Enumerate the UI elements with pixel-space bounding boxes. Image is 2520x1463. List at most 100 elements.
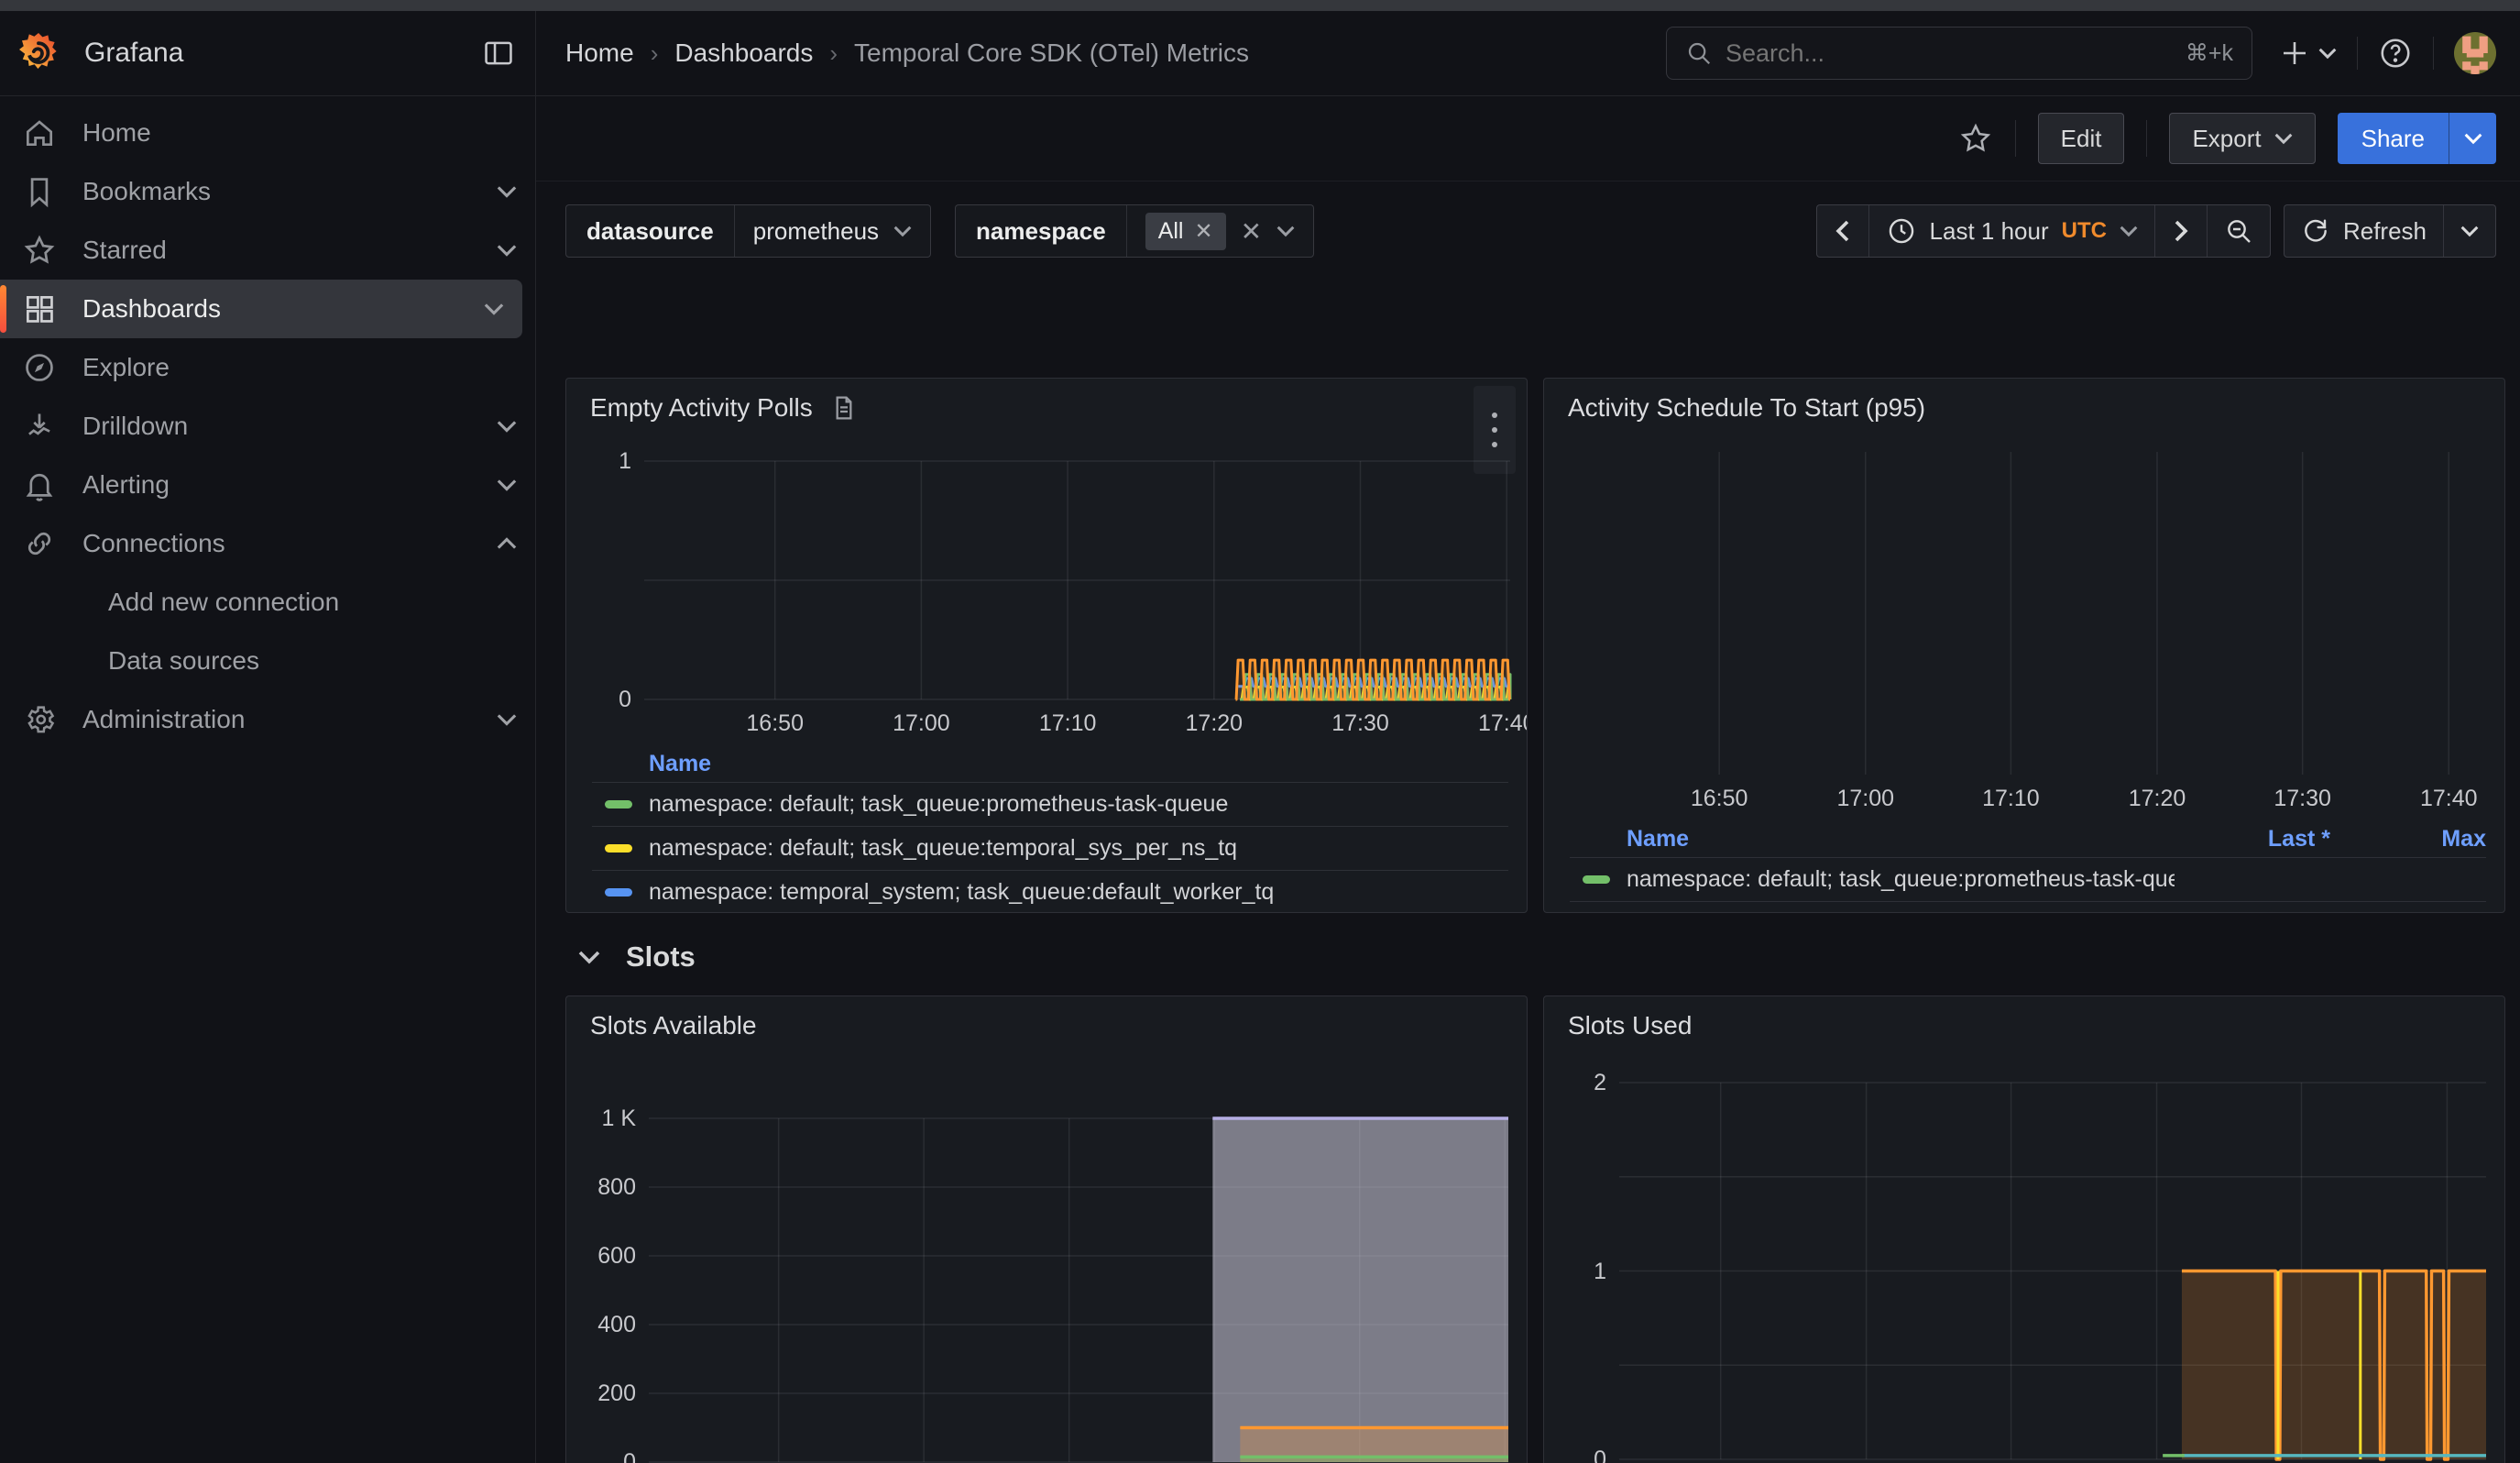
section-title: Slots	[626, 940, 696, 974]
time-shift-back-button[interactable]	[1817, 205, 1869, 257]
panel-title[interactable]: Empty Activity Polls	[590, 393, 859, 423]
legend-row[interactable]: namespace: temporal_system; task_queue:d…	[592, 870, 1508, 913]
time-range-picker[interactable]: Last 1 hour UTC	[1869, 205, 2155, 257]
sidebar-toggle-icon[interactable]	[480, 35, 517, 72]
legend-header-last[interactable]: Last *	[2175, 826, 2330, 852]
namespace-picker[interactable]: All ✕ ✕	[1127, 205, 1313, 257]
legend-header-name[interactable]: Name	[649, 751, 1508, 777]
y-axis-tick: 200	[565, 1380, 636, 1407]
help-button[interactable]	[2378, 36, 2413, 71]
x-axis-tick: 17:40	[2420, 786, 2478, 812]
sidebar-item-starred[interactable]: Starred	[0, 221, 535, 280]
x-axis-tick: 17:10	[1982, 786, 2040, 812]
sidebar-item-bookmarks[interactable]: Bookmarks	[0, 162, 535, 221]
template-variables: datasource prometheus namespace All ✕ ✕	[565, 204, 1816, 258]
header-main: Home › Dashboards › Temporal Core SDK (O…	[536, 11, 2520, 95]
search-input[interactable]	[1726, 39, 2186, 68]
share-button[interactable]: Share	[2338, 113, 2449, 164]
bookmark-icon	[22, 174, 57, 209]
x-axis-tick: 17:00	[1836, 786, 1894, 812]
bell-icon	[22, 468, 57, 502]
x-axis-tick: 17:30	[1331, 710, 1389, 737]
breadcrumb-separator: ›	[651, 39, 659, 68]
breadcrumb-home[interactable]: Home	[565, 38, 634, 68]
dashboards-grid-icon	[22, 292, 57, 326]
empty-activity-polls-chart[interactable]: 0116:5017:0017:1017:2017:3017:40	[644, 461, 1510, 699]
sidebar-item-alerting[interactable]: Alerting	[0, 456, 535, 514]
panel-title[interactable]: Activity Schedule To Start (p95)	[1568, 393, 1925, 423]
panel-description-icon[interactable]	[829, 393, 859, 423]
header-actions	[2278, 32, 2496, 74]
avatar[interactable]	[2454, 32, 2496, 74]
share-split-button: Share	[2338, 113, 2496, 164]
home-icon	[22, 116, 57, 150]
legend-header: Name Last * Max	[1570, 820, 2486, 857]
export-button[interactable]: Export	[2169, 113, 2315, 164]
panel-slots-used: Slots Used 01216:5017:0017:1017:2017:301…	[1543, 996, 2505, 1463]
panel-title[interactable]: Slots Used	[1568, 1011, 1692, 1040]
chevron-left-icon	[1834, 220, 1852, 242]
gear-icon	[22, 702, 57, 737]
sidebar-item-explore[interactable]: Explore	[0, 338, 535, 397]
sidebar-item-administration[interactable]: Administration	[0, 690, 535, 749]
new-button[interactable]	[2278, 37, 2337, 70]
sidebar-item-add-new-connection[interactable]: Add new connection	[0, 573, 535, 632]
timezone-label: UTC	[2062, 218, 2107, 244]
sidebar-item-home[interactable]: Home	[0, 104, 535, 162]
clear-selection-icon[interactable]: ✕	[1241, 216, 1262, 247]
namespace-label: namespace	[956, 205, 1127, 257]
chip-remove-icon[interactable]: ✕	[1195, 218, 1213, 245]
y-axis-tick: 400	[565, 1311, 636, 1338]
legend-header-max[interactable]: Max	[2330, 826, 2486, 852]
series-color-pill	[605, 844, 632, 852]
sidebar: Home Bookmarks Starred Dashboards Explor…	[0, 96, 536, 1463]
legend-row[interactable]: namespace: default; task_queue:prometheu…	[592, 782, 1508, 826]
search-bar[interactable]: ⌘+k	[1666, 27, 2252, 80]
slots-used-chart[interactable]: 01216:5017:0017:1017:2017:3017:40	[1619, 1083, 2486, 1459]
datasource-variable: datasource prometheus	[565, 204, 931, 258]
panel-title[interactable]: Slots Available	[590, 1011, 757, 1040]
datasource-label: datasource	[566, 205, 735, 257]
y-axis-tick: 1	[565, 447, 631, 475]
chevron-down-icon	[893, 222, 912, 240]
x-axis-tick: 17:10	[1039, 710, 1097, 737]
refresh-icon	[2301, 216, 2330, 246]
datasource-picker[interactable]: prometheus	[735, 205, 930, 257]
header-divider	[2357, 37, 2358, 70]
refresh-button[interactable]: Refresh	[2284, 205, 2444, 257]
namespace-chip[interactable]: All ✕	[1145, 213, 1226, 250]
chevron-down-icon	[484, 299, 504, 319]
sidebar-item-drilldown[interactable]: Drilldown	[0, 397, 535, 456]
drilldown-icon	[22, 409, 57, 444]
y-axis-tick: 2	[1543, 1069, 1606, 1096]
zoom-out-button[interactable]	[2208, 205, 2270, 257]
series-color-pill	[1583, 875, 1610, 884]
legend-row[interactable]: namespace: default; task_queue:temporal_…	[592, 826, 1508, 870]
dashboard-content: Edit Export Share datasource prometheus	[536, 96, 2520, 1463]
share-menu-button[interactable]	[2449, 113, 2496, 164]
slots-section-toggle[interactable]: Slots	[578, 940, 696, 974]
namespace-variable: namespace All ✕ ✕	[955, 204, 1314, 258]
sidebar-item-dashboards[interactable]: Dashboards	[0, 280, 522, 338]
favorite-button[interactable]	[1958, 121, 1993, 156]
sidebar-item-connections[interactable]: Connections	[0, 514, 535, 573]
compass-icon	[22, 350, 57, 385]
x-axis-tick: 16:50	[1691, 786, 1748, 812]
time-shift-forward-button[interactable]	[2155, 205, 2208, 257]
slots-available-chart[interactable]: 02004006008001 K16:5017:0017:1017:2017:3…	[649, 1118, 1508, 1462]
refresh-group: Refresh	[2284, 204, 2496, 258]
sidebar-item-data-sources[interactable]: Data sources	[0, 632, 535, 690]
chevron-down-icon	[2460, 222, 2479, 240]
refresh-interval-button[interactable]	[2444, 205, 2495, 257]
activity-schedule-chart[interactable]: 16:5017:0017:1017:2017:3017:40	[1617, 452, 2488, 775]
legend-header: Name	[592, 745, 1508, 782]
chevron-right-icon	[2172, 220, 2190, 242]
app-header: Grafana Home › Dashboards › Temporal Cor…	[0, 11, 2520, 96]
dashboard-controls: datasource prometheus namespace All ✕ ✕	[536, 182, 2520, 280]
legend-row[interactable]: namespace: default; task_queue:prometheu…	[1570, 857, 2486, 901]
edit-button[interactable]: Edit	[2038, 113, 2125, 164]
help-icon	[2378, 36, 2413, 71]
legend-header-name[interactable]: Name	[1627, 826, 2175, 852]
breadcrumb-dashboards[interactable]: Dashboards	[674, 38, 813, 68]
time-range-group: Last 1 hour UTC	[1816, 204, 2271, 258]
